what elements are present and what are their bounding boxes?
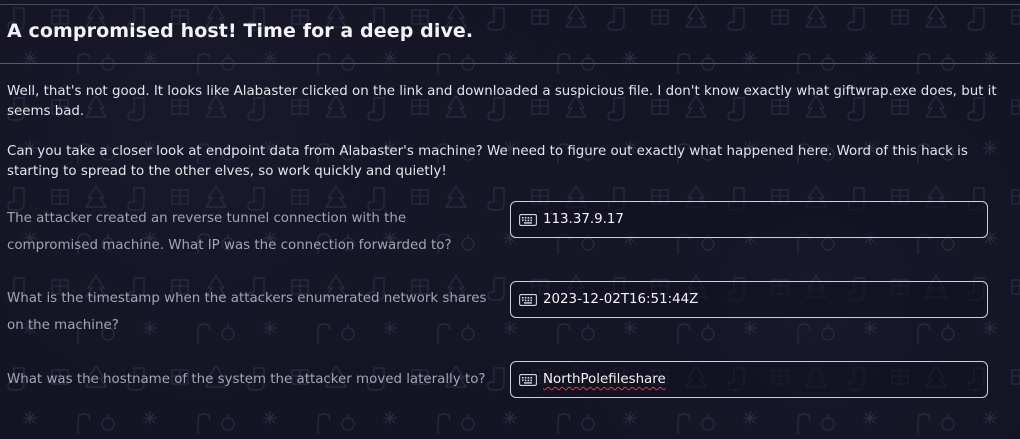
question-3-label: What was the hostname of the system the … — [7, 372, 486, 387]
top-divider — [0, 4, 1020, 5]
answer-field-3[interactable]: NorthPolefileshare — [510, 361, 988, 398]
keyboard-icon — [519, 373, 537, 386]
answer-field-1[interactable]: 113.37.9.17 — [510, 201, 988, 238]
intro-paragraph-2: Can you take a closer look at endpoint d… — [7, 144, 968, 179]
answer-value-2[interactable]: 2023-12-02T16:51:44Z — [543, 292, 698, 307]
keyboard-icon — [519, 293, 537, 306]
answer-value-1[interactable]: 113.37.9.17 — [543, 212, 624, 227]
question-1-label: The attacker created an reverse tunnel c… — [7, 211, 452, 253]
keyboard-icon — [519, 213, 537, 226]
section-title: A compromised host! Time for a deep dive… — [7, 20, 474, 42]
intro-paragraph-1: Well, that's not good. It looks like Ala… — [7, 84, 997, 119]
answer-value-3[interactable]: NorthPolefileshare — [543, 372, 666, 387]
answer-field-2[interactable]: 2023-12-02T16:51:44Z — [510, 281, 988, 318]
task-panel: A compromised host! Time for a deep dive… — [0, 0, 1020, 439]
question-2-label: What is the timestamp when the attackers… — [7, 291, 487, 333]
title-divider — [0, 63, 1020, 64]
